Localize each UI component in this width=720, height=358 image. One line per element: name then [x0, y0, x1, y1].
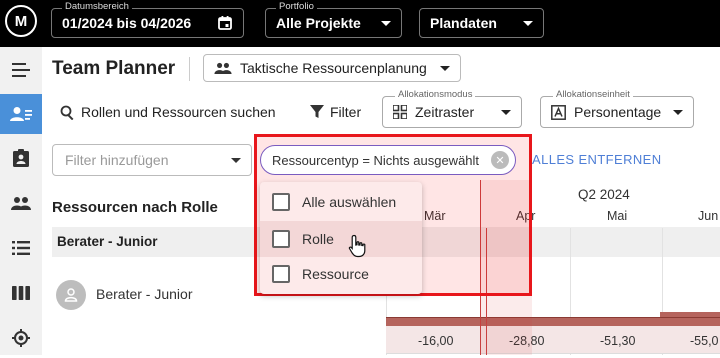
- dataset-value: Plandaten: [430, 15, 497, 31]
- chevron-down-icon: [523, 20, 533, 26]
- chevron-down-icon: [673, 109, 683, 115]
- dropdown-item-select-all[interactable]: Alle auswählen: [260, 184, 422, 220]
- group-row-label: Berater - Junior: [57, 234, 158, 249]
- chevron-down-icon: [440, 65, 450, 71]
- calendar-icon[interactable]: [217, 15, 233, 31]
- row-divider: [386, 353, 720, 354]
- avatar: [56, 280, 86, 310]
- target-icon[interactable]: [0, 318, 42, 358]
- month-label: Jun: [698, 209, 719, 223]
- resource-row-label: Berater - Junior: [96, 286, 193, 302]
- grid-icon: [393, 105, 407, 119]
- date-range-value: 01/2024 bis 04/2026: [62, 15, 192, 31]
- dropdown-item-label: Alle auswählen: [302, 194, 397, 210]
- allocation-bar-line: [386, 317, 720, 318]
- search-icon: [60, 105, 75, 120]
- portfolio-select[interactable]: Portfolio Alle Projekte: [265, 1, 402, 38]
- dropdown-item-label: Rolle: [302, 231, 334, 247]
- resources-by-role-heading: Ressourcen nach Rolle: [52, 199, 218, 216]
- allocation-unit-value: Personentage: [574, 104, 662, 120]
- search-label: Rollen und Ressourcen suchen: [81, 104, 276, 120]
- checkbox[interactable]: [272, 193, 290, 211]
- search-button[interactable]: Rollen und Ressourcen suchen: [60, 100, 276, 124]
- resource-type-dropdown: Alle auswählen Rolle Ressource: [260, 182, 422, 294]
- chevron-down-icon: [231, 157, 241, 163]
- filter-chip-label: Ressourcentyp = Nichts ausgewählt: [272, 152, 480, 168]
- date-range-select[interactable]: Datumsbereich 01/2024 bis 04/2026: [51, 1, 244, 38]
- allocation-mode-select[interactable]: Allokationsmodus Zeitraster: [382, 89, 522, 128]
- filter-button[interactable]: Filter: [310, 100, 361, 124]
- quarter-label: Q2 2024: [578, 187, 630, 202]
- remove-all-button[interactable]: ALLES ENTFERNEN: [532, 152, 662, 167]
- view-select[interactable]: Taktische Ressourcenplanung: [203, 54, 461, 82]
- menu-icon[interactable]: [0, 50, 42, 90]
- chevron-down-icon: [381, 20, 391, 26]
- allocation-value: -51,30: [600, 334, 636, 348]
- filter-label: Filter: [330, 104, 362, 120]
- date-range-legend: Datumsbereich: [62, 1, 132, 12]
- allocation-bar: [386, 318, 720, 326]
- people-icon[interactable]: [0, 183, 42, 223]
- filter-add-input[interactable]: Filter hinzufügen: [52, 144, 252, 176]
- dropdown-item-resource[interactable]: Ressource: [260, 256, 422, 292]
- allocation-unit-select[interactable]: Allokationseinheit Personentage: [540, 89, 694, 128]
- dropdown-item-role[interactable]: Rolle: [260, 221, 422, 257]
- dropdown-item-label: Ressource: [302, 266, 369, 282]
- chevron-down-icon: [501, 109, 511, 115]
- resource-type-filter-chip[interactable]: Ressourcentyp = Nichts ausgewählt ✕: [260, 145, 516, 175]
- checkbox[interactable]: [272, 230, 290, 248]
- filter-add-placeholder: Filter hinzufügen: [65, 152, 169, 168]
- hand-cursor-icon: [348, 234, 368, 263]
- people-icon: [214, 62, 232, 74]
- checkbox[interactable]: [272, 265, 290, 283]
- dataset-select[interactable]: Plandaten: [419, 8, 544, 38]
- assignment-icon[interactable]: [0, 138, 42, 178]
- allocation-unit-legend: Allokationseinheit: [553, 89, 633, 100]
- allocation-mode-value: Zeitraster: [415, 104, 475, 120]
- filter-icon: [310, 105, 324, 119]
- allocation-mode-legend: Allokationsmodus: [395, 89, 476, 100]
- close-icon[interactable]: ✕: [491, 151, 509, 169]
- header-divider: [189, 57, 190, 81]
- app-logo[interactable]: M: [5, 5, 37, 37]
- portfolio-value: Alle Projekte: [276, 15, 361, 31]
- view-select-value: Taktische Ressourcenplanung: [240, 60, 427, 76]
- allocation-value: -55,0: [690, 334, 719, 348]
- list-icon[interactable]: [0, 228, 42, 268]
- page-title: Team Planner: [52, 58, 176, 79]
- columns-icon[interactable]: [0, 273, 42, 313]
- letter-a-icon: [551, 104, 566, 120]
- portfolio-legend: Portfolio: [276, 1, 317, 12]
- team-planner-icon[interactable]: [0, 94, 42, 134]
- allocation-value: -16,00: [418, 334, 454, 348]
- month-label: Mai: [607, 209, 628, 223]
